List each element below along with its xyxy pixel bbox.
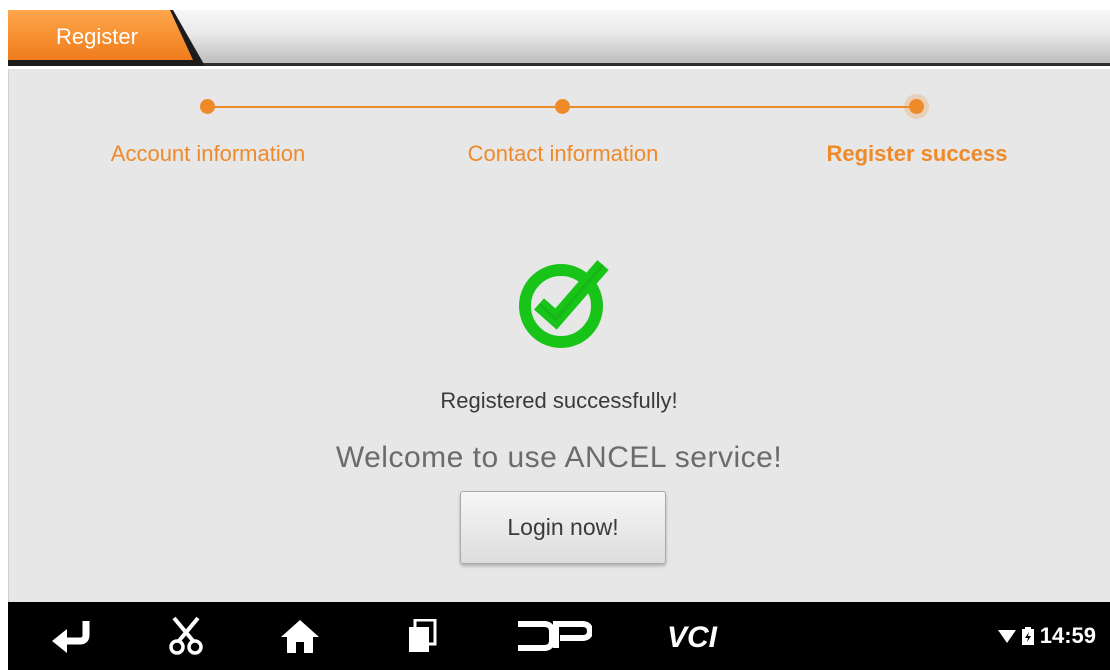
success-message: Registered successfully!	[440, 388, 678, 413]
welcome-message: Welcome to use ANCEL service!	[335, 441, 783, 474]
scissors-icon	[169, 616, 203, 655]
login-now-button[interactable]: Login now!	[460, 491, 666, 564]
svg-text:VCI: VCI	[667, 621, 718, 651]
main-panel: Account information Contact information …	[8, 69, 1110, 602]
success-check-icon	[517, 259, 609, 356]
clock-time: 14:59	[1039, 623, 1096, 648]
register-screen: Register Account information Contact inf…	[0, 0, 1110, 670]
step-dot-success	[909, 99, 924, 114]
home-button[interactable]	[270, 602, 330, 670]
back-icon	[52, 621, 90, 653]
recent-apps-icon	[409, 619, 437, 652]
dp-button[interactable]	[512, 602, 596, 670]
wifi-icon	[997, 630, 1016, 643]
step-dot-contact	[555, 99, 570, 114]
system-navbar: VCI 14:59	[8, 602, 1110, 670]
vci-button[interactable]: VCI	[658, 602, 748, 670]
dp-icon	[518, 621, 592, 651]
step-label-account: Account information	[110, 141, 306, 166]
vci-icon: VCI	[667, 621, 718, 651]
back-button[interactable]	[42, 602, 102, 670]
tab-register[interactable]: Register	[8, 10, 208, 66]
home-icon	[281, 620, 319, 653]
tab-register-label: Register	[56, 24, 138, 49]
recent-apps-button[interactable]	[394, 602, 450, 670]
step-label-success: Register success	[826, 141, 1008, 166]
battery-icon	[1021, 627, 1034, 645]
screenshot-button[interactable]	[158, 602, 214, 670]
step-label-contact: Contact information	[467, 141, 659, 166]
step-dot-account	[200, 99, 215, 114]
status-area: 14:59	[997, 602, 1096, 670]
